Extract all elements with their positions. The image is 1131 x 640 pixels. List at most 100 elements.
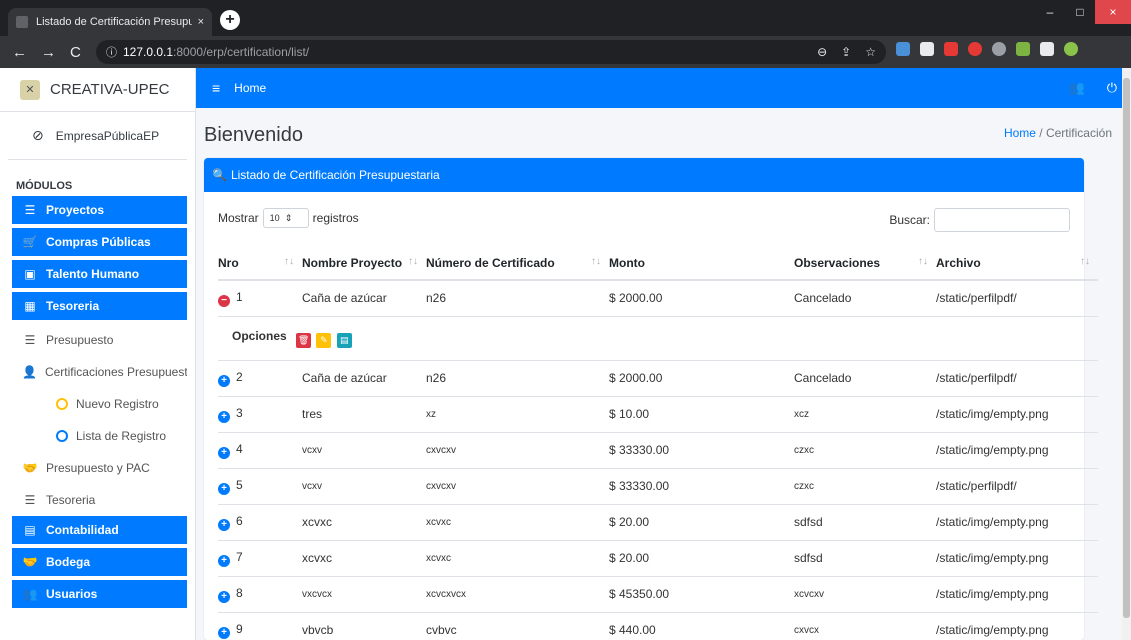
cell: xcz xyxy=(794,395,936,432)
nav-presupuesto[interactable]: ☰ Presupuesto xyxy=(12,324,187,356)
col-label: Nombre Proyecto xyxy=(302,255,403,270)
nav-contabilidad[interactable]: ▤ Contabilidad xyxy=(12,516,187,544)
brand[interactable]: ✕ CREATIVA-UPEC xyxy=(0,68,195,112)
cell: sdfsd xyxy=(794,539,936,576)
list-icon: ☰ xyxy=(24,333,36,347)
home-link[interactable]: Home xyxy=(234,81,266,95)
col-nro[interactable]: Nro ↑↓ xyxy=(218,246,302,281)
nav-certificaciones[interactable]: 👤 Certificaciones Presupuestarias xyxy=(12,356,187,388)
extension-icon[interactable] xyxy=(1016,42,1030,56)
minimize-button[interactable]: – xyxy=(1035,0,1065,24)
expand-row-icon[interactable]: + xyxy=(218,626,230,639)
expand-row-icon[interactable]: + xyxy=(218,590,230,603)
scrollbar-thumb[interactable] xyxy=(1123,78,1130,618)
cell: $ 45350.00 xyxy=(609,575,794,612)
col-monto[interactable]: Monto xyxy=(609,246,794,281)
table-header-row: Nro ↑↓ Nombre Proyecto ↑↓ Número de Certif… xyxy=(218,246,1098,281)
cell: $ 10.00 xyxy=(609,395,794,432)
card-header: 🔍 Listado de Certificación Presupuestari… xyxy=(204,158,1084,192)
collapse-row-icon[interactable]: − xyxy=(218,294,230,307)
share-icon[interactable]: ⇪ xyxy=(841,45,851,59)
browser-tabbar: Listado de Certificación Presupue × + – … xyxy=(0,0,1131,36)
address-bar[interactable]: ⓘ 127.0.0.1:8000/erp/certification/list/… xyxy=(96,40,886,64)
bookmark-star-icon[interactable]: ☆ xyxy=(865,45,876,59)
nav-proyectos[interactable]: ☰ Proyectos xyxy=(12,196,187,224)
cell: /static/img/empty.png xyxy=(936,539,1098,576)
breadcrumb-sep: / xyxy=(1035,126,1046,140)
nav-label: Bodega xyxy=(46,555,91,569)
browser-toolbar: ← → C ⓘ 127.0.0.1:8000/erp/certification… xyxy=(0,36,1131,68)
row-options: Opciones 🗑 ✎ ▤ xyxy=(218,315,1098,360)
nav-usuarios[interactable]: 👥 Usuarios xyxy=(12,580,187,608)
col-observaciones[interactable]: Observaciones ↑↓ xyxy=(794,246,936,281)
nav-label: Tesoreria xyxy=(46,493,96,507)
cell: vcxv xyxy=(302,467,426,504)
nav-presupuesto-pac[interactable]: 🤝 Presupuesto y PAC xyxy=(12,452,187,484)
sort-icon: ↑↓ xyxy=(1080,255,1090,267)
extension-icon[interactable] xyxy=(968,42,982,56)
cell: vxcvcx xyxy=(302,575,426,612)
expand-row-icon[interactable]: + xyxy=(218,518,230,531)
breadcrumb-home[interactable]: Home xyxy=(1004,126,1036,140)
expand-row-icon[interactable]: + xyxy=(218,446,230,459)
nav-bodega[interactable]: 🤝 Bodega xyxy=(12,548,187,576)
extension-icon[interactable] xyxy=(944,42,958,56)
nav-label: Tesoreria xyxy=(46,299,100,313)
reload-icon[interactable]: C xyxy=(70,44,81,61)
maximize-button[interactable]: □ xyxy=(1065,0,1095,24)
new-tab-button[interactable]: + xyxy=(220,10,240,30)
nav-compras-publicas[interactable]: 🛒 Compras Públicas xyxy=(12,228,187,256)
hamburger-icon[interactable]: ≡ xyxy=(212,80,220,96)
url-host: 127.0.0.1 xyxy=(123,45,174,59)
nav-talento-humano[interactable]: ▣ Talento Humano xyxy=(12,260,187,288)
table-row: +7 xcvxc xcvxc $ 20.00 sdfsd /static/img… xyxy=(218,539,1098,576)
info-icon[interactable]: ⓘ xyxy=(106,44,117,60)
zoom-icon[interactable]: ⊖ xyxy=(817,45,827,59)
expand-row-icon[interactable]: + xyxy=(218,554,230,567)
edit-button[interactable]: ✎ xyxy=(316,332,332,348)
expand-row-icon[interactable]: + xyxy=(218,482,230,495)
nav-tesoreria[interactable]: ▦ Tesoreria xyxy=(12,292,187,320)
cell: $ 33330.00 xyxy=(609,467,794,504)
expand-row-icon[interactable]: + xyxy=(218,374,230,387)
col-numero-certificado[interactable]: Número de Certificado ↑↓ xyxy=(426,246,609,281)
cart-icon: 🛒 xyxy=(22,235,38,249)
document-button[interactable]: ▤ xyxy=(336,332,352,348)
col-label: Archivo xyxy=(936,255,981,270)
browser-tab[interactable]: Listado de Certificación Presupue × xyxy=(8,8,212,36)
cell-text: 2 xyxy=(236,369,243,384)
users-icon[interactable]: 👥 xyxy=(1069,80,1085,96)
col-nombre-proyecto[interactable]: Nombre Proyecto ↑↓ xyxy=(302,246,426,281)
cell-nro: −1 xyxy=(218,279,302,316)
tab-close-icon[interactable]: × xyxy=(198,16,204,28)
cell: vbvcb xyxy=(302,611,426,640)
nav-label: Presupuesto xyxy=(46,333,114,347)
search-input[interactable] xyxy=(934,208,1070,232)
cell-text: 7 xyxy=(236,549,243,564)
nav-label: Proyectos xyxy=(46,203,105,217)
power-icon[interactable]: ⏻ xyxy=(1107,80,1117,96)
extension-icon[interactable] xyxy=(896,42,910,56)
nav-nuevo-registro[interactable]: Nuevo Registro xyxy=(12,388,187,420)
extension-icon[interactable] xyxy=(920,42,934,56)
cell-text: 9 xyxy=(236,621,243,636)
col-archivo[interactable]: Archivo ↑↓ xyxy=(936,246,1098,281)
cell: vcxv xyxy=(302,431,426,468)
length-select[interactable]: 10 ⇕ xyxy=(262,208,309,228)
table-row: +9 vbvcb cvbvc $ 440.00 cxvcx /static/im… xyxy=(218,611,1098,640)
cell: cvbvc xyxy=(426,611,609,640)
expand-row-icon[interactable]: + xyxy=(218,410,230,423)
cell: Caña de azúcar xyxy=(302,279,426,316)
forward-icon[interactable]: → xyxy=(41,44,56,61)
cell: xcvxc xyxy=(426,503,609,540)
extension-icon[interactable] xyxy=(992,42,1006,56)
puzzle-icon[interactable] xyxy=(1040,42,1054,56)
profile-avatar[interactable] xyxy=(1064,42,1078,56)
window-close-button[interactable]: × xyxy=(1095,0,1131,24)
company-panel[interactable]: ⊘ EmpresaPúblicaEP xyxy=(8,112,187,160)
nav-tesoreria-sub[interactable]: ☰ Tesoreria xyxy=(12,484,187,516)
delete-button[interactable]: 🗑 xyxy=(296,332,312,348)
back-icon[interactable]: ← xyxy=(12,44,27,61)
nav-lista-registro[interactable]: Lista de Registro xyxy=(12,420,187,452)
page-scrollbar[interactable] xyxy=(1122,68,1131,640)
